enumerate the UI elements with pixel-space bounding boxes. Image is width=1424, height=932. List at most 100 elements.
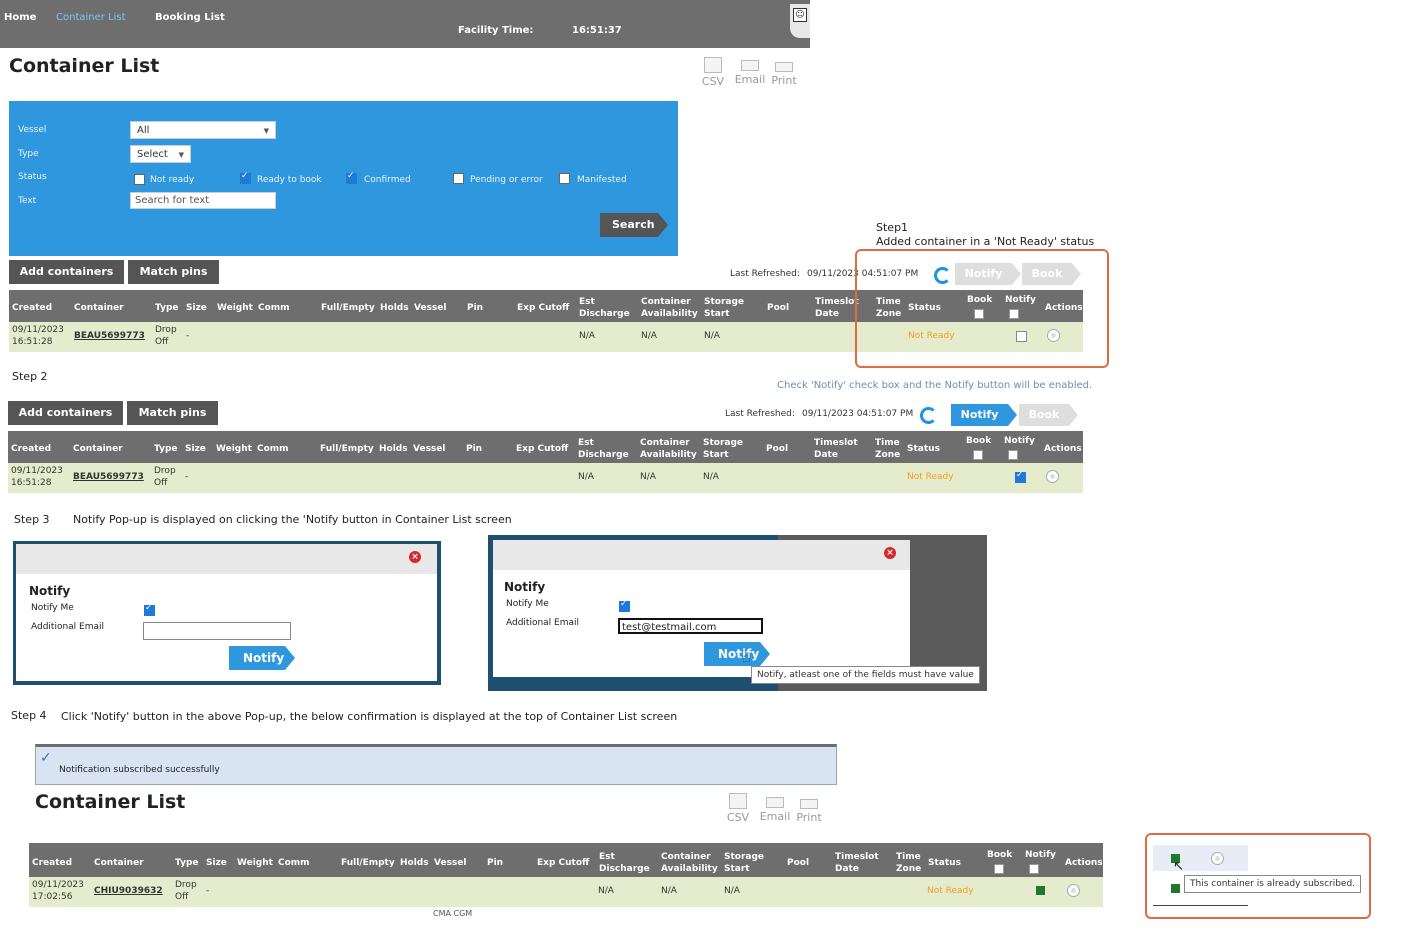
csv-button[interactable]: CSV [697, 57, 729, 88]
container-link[interactable]: BEAU5699773 [73, 472, 144, 482]
col-comm[interactable]: Comm [257, 444, 289, 454]
col-type[interactable]: Type [154, 444, 177, 454]
col-pool[interactable]: Pool [787, 858, 809, 868]
search-button[interactable]: Search [600, 213, 668, 237]
col-storage-start-1[interactable]: Storage [703, 438, 743, 448]
col-availability-2[interactable]: Availability [641, 309, 698, 319]
status-ready-to-book-checkbox[interactable] [240, 171, 251, 184]
col-container[interactable]: Container [74, 303, 124, 313]
col-full-empty[interactable]: Full/Empty [320, 444, 374, 454]
add-containers-button[interactable]: Add containers [8, 401, 123, 425]
col-weight[interactable]: Weight [237, 858, 273, 868]
col-est-discharge-1[interactable]: Est [578, 438, 594, 448]
col-weight[interactable]: Weight [217, 303, 253, 313]
col-storage-start-2[interactable]: Start [724, 864, 750, 874]
col-vessel[interactable]: Vessel [434, 858, 466, 868]
col-container[interactable]: Container [73, 444, 123, 454]
col-created[interactable]: Created [12, 303, 52, 313]
col-time-zone-2[interactable]: Zone [875, 450, 900, 460]
col-availability-1[interactable]: Container [661, 852, 711, 862]
notify-all-checkbox[interactable] [1029, 864, 1039, 874]
notify-me-checkbox[interactable] [144, 603, 155, 616]
col-time-zone-2[interactable]: Zone [896, 864, 921, 874]
col-status[interactable]: Status [928, 858, 961, 868]
status-manifested-checkbox[interactable] [559, 173, 570, 184]
col-timeslot-1[interactable]: Timeslot [835, 852, 879, 862]
popup-notify-button[interactable]: Notify [704, 642, 770, 666]
nav-home[interactable]: Home [4, 12, 36, 23]
popup-notify-button[interactable]: Notify [229, 646, 295, 670]
col-pool[interactable]: Pool [767, 303, 789, 313]
col-exp-cutoff[interactable]: Exp Cutoff [516, 444, 568, 454]
col-book[interactable]: Book [966, 436, 991, 446]
col-book[interactable]: Book [987, 850, 1012, 860]
col-full-empty[interactable]: Full/Empty [321, 303, 375, 313]
additional-email-input[interactable] [143, 622, 291, 640]
nav-booking-list[interactable]: Booking List [155, 12, 225, 23]
col-storage-start-2[interactable]: Start [704, 309, 730, 319]
book-all-checkbox[interactable] [994, 864, 1004, 874]
match-pins-button[interactable]: Match pins [127, 401, 218, 425]
match-pins-button[interactable]: Match pins [128, 260, 219, 284]
csv-button[interactable]: CSV [722, 793, 754, 824]
container-link[interactable]: CHIU9039632 [94, 886, 163, 896]
col-pin[interactable]: Pin [466, 444, 482, 454]
status-not-ready-checkbox[interactable] [134, 174, 145, 185]
email-button[interactable]: Email [759, 797, 791, 823]
print-button[interactable]: Print [793, 799, 825, 824]
book-button-disabled[interactable]: Book [1019, 404, 1078, 426]
row-actions-icon[interactable] [1211, 852, 1224, 865]
print-button[interactable]: Print [768, 62, 800, 87]
user-menu-button[interactable]: ☺ [790, 4, 810, 38]
col-availability-1[interactable]: Container [641, 297, 691, 307]
col-type[interactable]: Type [155, 303, 178, 313]
col-est-discharge-2[interactable]: Discharge [599, 864, 650, 874]
col-vessel[interactable]: Vessel [414, 303, 446, 313]
col-created[interactable]: Created [32, 858, 72, 868]
additional-email-input[interactable]: test@testmail.com [618, 618, 763, 634]
type-select[interactable]: Select ▼ [130, 145, 191, 163]
col-availability-1[interactable]: Container [640, 438, 690, 448]
notify-me-checkbox[interactable] [619, 599, 630, 612]
col-container[interactable]: Container [94, 858, 144, 868]
col-availability-2[interactable]: Availability [640, 450, 697, 460]
col-storage-start-2[interactable]: Start [703, 450, 729, 460]
vessel-select[interactable]: All ▼ [130, 121, 276, 139]
col-size[interactable]: Size [186, 303, 207, 313]
col-timeslot-2[interactable]: Date [814, 450, 838, 460]
col-actions[interactable]: Actions [1065, 858, 1103, 868]
col-pin[interactable]: Pin [467, 303, 483, 313]
col-comm[interactable]: Comm [278, 858, 310, 868]
row-actions-icon[interactable] [1046, 470, 1059, 483]
row-actions-icon[interactable] [1067, 884, 1080, 897]
subscribed-indicator-icon[interactable] [1036, 886, 1045, 895]
notify-all-checkbox[interactable] [1008, 450, 1018, 460]
col-est-discharge-1[interactable]: Est [599, 852, 615, 862]
col-actions[interactable]: Actions [1044, 444, 1082, 454]
col-availability-2[interactable]: Availability [661, 864, 718, 874]
col-timeslot-1[interactable]: Timeslot [815, 297, 859, 307]
col-storage-start-1[interactable]: Storage [724, 852, 764, 862]
col-created[interactable]: Created [11, 444, 51, 454]
col-est-discharge-2[interactable]: Discharge [579, 309, 630, 319]
email-button[interactable]: Email [734, 60, 766, 86]
add-containers-button[interactable]: Add containers [9, 260, 124, 284]
status-confirmed-checkbox[interactable] [346, 171, 357, 184]
col-vessel[interactable]: Vessel [413, 444, 445, 454]
col-time-zone-1[interactable]: Time [875, 438, 900, 448]
col-type[interactable]: Type [175, 858, 198, 868]
col-storage-start-1[interactable]: Storage [704, 297, 744, 307]
col-status[interactable]: Status [907, 444, 940, 454]
notify-button[interactable]: Notify [951, 404, 1017, 426]
col-exp-cutoff[interactable]: Exp Cutoff [537, 858, 589, 868]
col-full-empty[interactable]: Full/Empty [341, 858, 395, 868]
col-est-discharge-2[interactable]: Discharge [578, 450, 629, 460]
col-exp-cutoff[interactable]: Exp Cutoff [517, 303, 569, 313]
col-time-zone-1[interactable]: Time [896, 852, 921, 862]
col-est-discharge-1[interactable]: Est [579, 297, 595, 307]
container-link[interactable]: BEAU5699773 [74, 331, 145, 341]
col-holds[interactable]: Holds [400, 858, 429, 868]
col-pool[interactable]: Pool [766, 444, 788, 454]
col-weight[interactable]: Weight [216, 444, 252, 454]
col-comm[interactable]: Comm [258, 303, 290, 313]
